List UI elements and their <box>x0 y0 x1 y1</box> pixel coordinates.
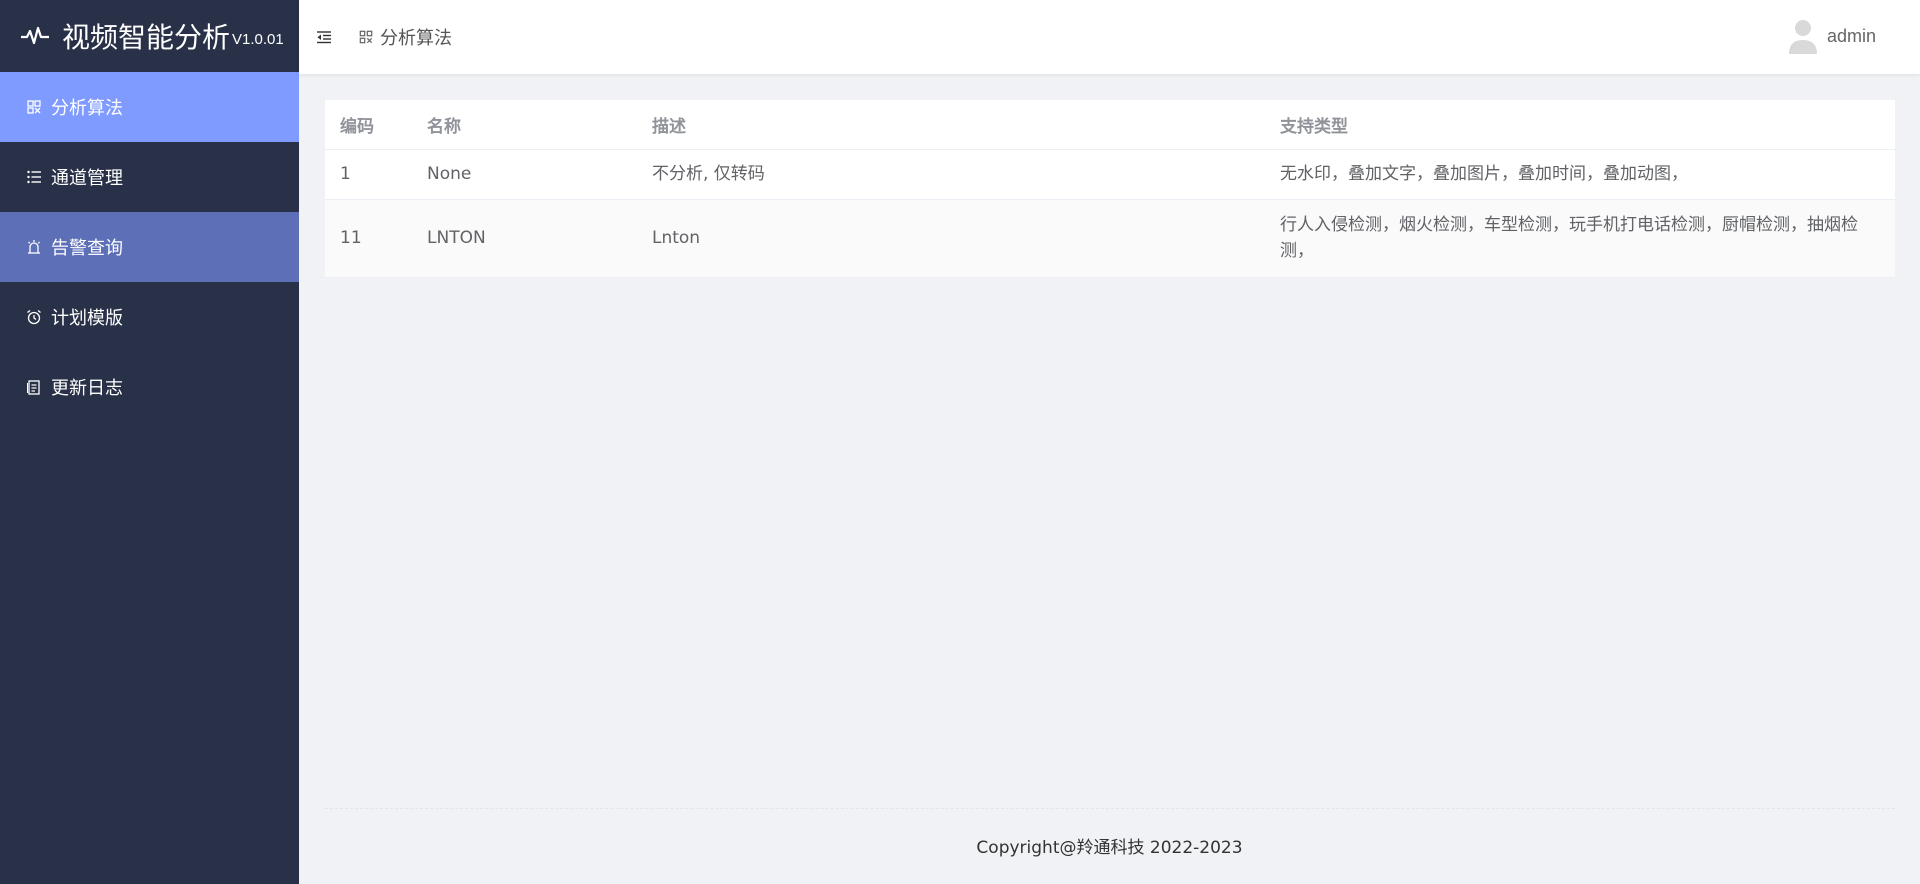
clock-icon <box>27 309 41 325</box>
grid-icon <box>27 100 41 114</box>
sidebar-item-schedules[interactable]: 计划模版 <box>0 282 299 352</box>
table-row[interactable]: 11 LNTON Lnton 行人入侵检测，烟火检测，车型检测，玩手机打电话检测… <box>325 199 1895 278</box>
copyright: Copyright@羚通科技 2022-2023 <box>976 838 1243 858</box>
grid-icon <box>359 30 373 44</box>
app-version: V1.0.01 <box>232 30 284 48</box>
column-header-name[interactable]: 名称 <box>412 100 637 150</box>
main-content: 编码 名称 描述 支持类型 1 None 不分析, 仅转码 无水印，叠加文字，叠… <box>325 100 1895 278</box>
app-title: 视频智能分析 <box>62 21 231 54</box>
brand: 视频智能分析 V1.0.01 <box>0 0 299 72</box>
algorithm-table: 编码 名称 描述 支持类型 1 None 不分析, 仅转码 无水印，叠加文字，叠… <box>325 100 1895 278</box>
list-icon <box>27 170 41 184</box>
cell-types: 行人入侵检测，烟火检测，车型检测，玩手机打电话检测，厨帽检测，抽烟检测， <box>1265 199 1895 278</box>
table-header-row: 编码 名称 描述 支持类型 <box>325 100 1895 150</box>
cell-name: None <box>412 149 637 200</box>
pulse-icon <box>21 26 49 45</box>
sidebar-item-channels[interactable]: 通道管理 <box>0 142 299 212</box>
sidebar-item-changelog[interactable]: 更新日志 <box>0 352 299 422</box>
cell-name: LNTON <box>412 199 637 278</box>
top-bar: 分析算法 admin <box>299 0 1920 74</box>
footer-divider <box>325 808 1895 809</box>
sidebar-item-algorithms[interactable]: 分析算法 <box>0 72 299 142</box>
username: admin <box>1826 25 1876 46</box>
collapse-menu-icon[interactable] <box>316 29 332 45</box>
sidebar: 视频智能分析 V1.0.01 分析算法 通道管理 告警查询 计划模版 更新日志 <box>0 0 299 884</box>
avatar <box>1788 20 1817 54</box>
sidebar-item-label: 更新日志 <box>51 378 123 399</box>
cell-code: 11 <box>325 199 412 278</box>
cell-description: 不分析, 仅转码 <box>637 149 1265 200</box>
alarm-icon <box>28 240 40 254</box>
breadcrumb[interactable]: 分析算法 <box>359 24 452 50</box>
sidebar-item-alarms[interactable]: 告警查询 <box>0 212 299 282</box>
breadcrumb-label: 分析算法 <box>380 28 452 49</box>
sidebar-item-label: 告警查询 <box>51 238 123 259</box>
document-icon <box>27 380 40 395</box>
cell-code: 1 <box>325 149 412 200</box>
cell-description: Lnton <box>637 199 1265 278</box>
cell-types: 无水印，叠加文字，叠加图片，叠加时间，叠加动图， <box>1265 149 1895 200</box>
sidebar-item-label: 计划模版 <box>51 308 123 329</box>
column-header-types[interactable]: 支持类型 <box>1265 100 1895 150</box>
sidebar-item-label: 通道管理 <box>51 168 123 189</box>
sidebar-item-label: 分析算法 <box>51 98 123 119</box>
column-header-description[interactable]: 描述 <box>637 100 1265 150</box>
user-menu[interactable]: admin <box>1787 18 1876 54</box>
table-row[interactable]: 1 None 不分析, 仅转码 无水印，叠加文字，叠加图片，叠加时间，叠加动图， <box>325 149 1895 200</box>
column-header-code[interactable]: 编码 <box>325 100 412 150</box>
